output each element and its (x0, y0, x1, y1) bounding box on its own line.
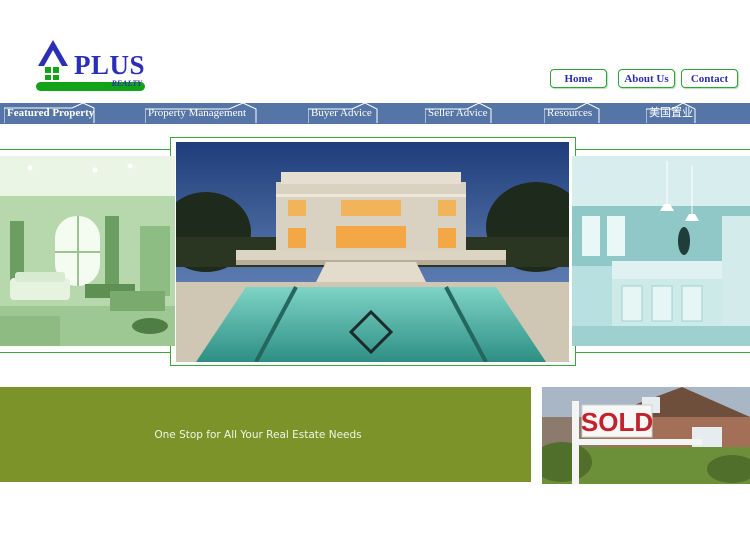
nav-property-management[interactable]: Property Management (145, 103, 257, 124)
kitchen-photo (572, 156, 750, 346)
sold-text: SOLD (581, 407, 653, 437)
nav-featured-property[interactable]: Featured Property (4, 103, 96, 124)
logo-tagline: REALTY (111, 79, 142, 88)
nav-label: Property Management (148, 107, 247, 119)
nav-seller-advice[interactable]: Seller Advice (425, 103, 492, 124)
nav-label: Seller Advice (428, 107, 488, 119)
nav-label: Buyer Advice (311, 107, 372, 119)
house-roof-icon (38, 40, 68, 80)
contact-button[interactable]: Contact (681, 69, 738, 88)
nav-label: 美国置业 (649, 107, 693, 119)
nav-resources[interactable]: Resources (544, 103, 600, 124)
mansion-pool-photo (176, 142, 569, 362)
main-nav-bar: Featured Property Property Management Bu… (0, 103, 750, 124)
about-us-button[interactable]: About Us (618, 69, 675, 88)
nav-buyer-advice[interactable]: Buyer Advice (308, 103, 378, 124)
home-button[interactable]: Home (550, 69, 607, 88)
nav-label: Featured Property (7, 107, 95, 119)
nav-us-property-chinese[interactable]: 美国置业 (646, 103, 696, 124)
sold-sign-photo: SOLD (542, 387, 750, 484)
aplus-logo[interactable]: PLUS REALTY (36, 40, 148, 92)
tagline-banner: One Stop for All Your Real Estate Needs (0, 387, 531, 482)
tagline-text: One Stop for All Your Real Estate Needs (154, 428, 362, 441)
living-room-photo (0, 156, 175, 346)
nav-label: Resources (547, 107, 593, 119)
logo-text: PLUS (74, 50, 146, 80)
